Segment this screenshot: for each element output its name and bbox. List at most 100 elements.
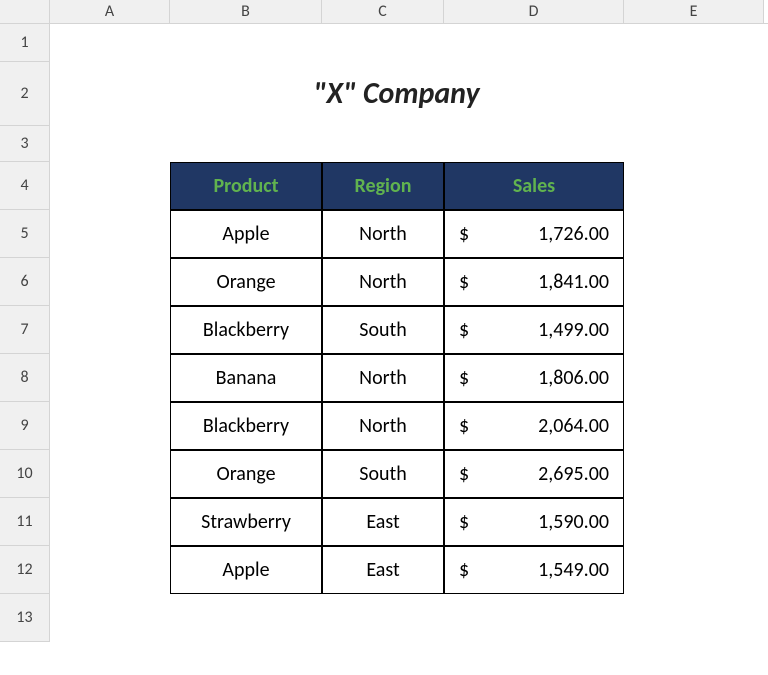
sales-amount: 1,841.00 [538,270,609,294]
cell-e10[interactable] [624,450,764,498]
cell-a2[interactable] [50,62,170,126]
cell-b3[interactable] [170,126,322,162]
cell-a10[interactable] [50,450,170,498]
row-header-10[interactable]: 10 [0,450,50,498]
cell-b13[interactable] [170,594,322,642]
table-cell-region[interactable]: North [322,402,444,450]
row-header-11[interactable]: 11 [0,498,50,546]
table-cell-sales[interactable]: $1,549.00 [444,546,624,594]
table-cell-product[interactable]: Banana [170,354,322,402]
cell-e8[interactable] [624,354,764,402]
sales-amount: 1,726.00 [538,222,609,246]
col-header-b[interactable]: B [170,0,322,23]
spreadsheet: A B C D E 1 2 "X" Company 3 4 Product Re… [0,0,768,675]
currency-symbol: $ [459,510,469,534]
cell-a11[interactable] [50,498,170,546]
cell-e13[interactable] [624,594,764,642]
cell-e12[interactable] [624,546,764,594]
currency-symbol: $ [459,366,469,390]
table-cell-region[interactable]: East [322,498,444,546]
row-header-2[interactable]: 2 [0,62,50,126]
cell-a12[interactable] [50,546,170,594]
cell-e9[interactable] [624,402,764,450]
table-cell-sales[interactable]: $1,806.00 [444,354,624,402]
cell-d1[interactable] [444,24,624,62]
table-cell-region[interactable]: South [322,450,444,498]
currency-symbol: $ [459,414,469,438]
table-cell-product[interactable]: Strawberry [170,498,322,546]
cell-a9[interactable] [50,402,170,450]
cell-a6[interactable] [50,258,170,306]
table-cell-product[interactable]: Orange [170,450,322,498]
table-cell-product[interactable]: Blackberry [170,402,322,450]
row-header-13[interactable]: 13 [0,594,50,642]
sales-amount: 1,549.00 [538,558,609,582]
table-cell-product[interactable]: Orange [170,258,322,306]
cell-a13[interactable] [50,594,170,642]
title-cell[interactable]: "X" Company [170,62,624,126]
select-all-corner[interactable] [0,0,50,23]
table-cell-sales[interactable]: $1,590.00 [444,498,624,546]
row-header-6[interactable]: 6 [0,258,50,306]
row-header-9[interactable]: 9 [0,402,50,450]
cell-e5[interactable] [624,210,764,258]
row-header-3[interactable]: 3 [0,126,50,162]
table-cell-sales[interactable]: $2,064.00 [444,402,624,450]
table-cell-region[interactable]: North [322,210,444,258]
row-header-7[interactable]: 7 [0,306,50,354]
row-header-8[interactable]: 8 [0,354,50,402]
table-cell-sales[interactable]: $1,499.00 [444,306,624,354]
cell-c13[interactable] [322,594,444,642]
col-header-a[interactable]: A [50,0,170,23]
cell-e7[interactable] [624,306,764,354]
row-header-12[interactable]: 12 [0,546,50,594]
col-header-e[interactable]: E [624,0,764,23]
row-header-4[interactable]: 4 [0,162,50,210]
cell-a8[interactable] [50,354,170,402]
cell-a5[interactable] [50,210,170,258]
sales-amount: 1,499.00 [538,318,609,342]
table-cell-product[interactable]: Apple [170,210,322,258]
cell-a4[interactable] [50,162,170,210]
cell-d13[interactable] [444,594,624,642]
table-cell-sales[interactable]: $1,841.00 [444,258,624,306]
sales-amount: 1,590.00 [538,510,609,534]
table-header-sales[interactable]: Sales [444,162,624,210]
sales-amount: 1,806.00 [538,366,609,390]
cell-e4[interactable] [624,162,764,210]
cell-e6[interactable] [624,258,764,306]
cell-e2[interactable] [624,62,764,126]
sales-amount: 2,064.00 [538,414,609,438]
table-cell-region[interactable]: North [322,258,444,306]
row-header-5[interactable]: 5 [0,210,50,258]
currency-symbol: $ [459,558,469,582]
currency-symbol: $ [459,462,469,486]
cell-c1[interactable] [322,24,444,62]
cell-b1[interactable] [170,24,322,62]
table-header-product[interactable]: Product [170,162,322,210]
table-cell-sales[interactable]: $1,726.00 [444,210,624,258]
cell-a1[interactable] [50,24,170,62]
cell-e11[interactable] [624,498,764,546]
table-cell-region[interactable]: South [322,306,444,354]
currency-symbol: $ [459,222,469,246]
table-cell-region[interactable]: East [322,546,444,594]
sales-amount: 2,695.00 [538,462,609,486]
table-cell-sales[interactable]: $2,695.00 [444,450,624,498]
cell-d3[interactable] [444,126,624,162]
column-header-row: A B C D E [0,0,768,24]
cell-c3[interactable] [322,126,444,162]
table-header-region[interactable]: Region [322,162,444,210]
table-cell-product[interactable]: Blackberry [170,306,322,354]
cell-e3[interactable] [624,126,764,162]
currency-symbol: $ [459,270,469,294]
cell-e1[interactable] [624,24,764,62]
cell-a7[interactable] [50,306,170,354]
cell-a3[interactable] [50,126,170,162]
table-cell-product[interactable]: Apple [170,546,322,594]
row-header-1[interactable]: 1 [0,24,50,62]
col-header-c[interactable]: C [322,0,444,23]
table-cell-region[interactable]: North [322,354,444,402]
col-header-d[interactable]: D [444,0,624,23]
currency-symbol: $ [459,318,469,342]
